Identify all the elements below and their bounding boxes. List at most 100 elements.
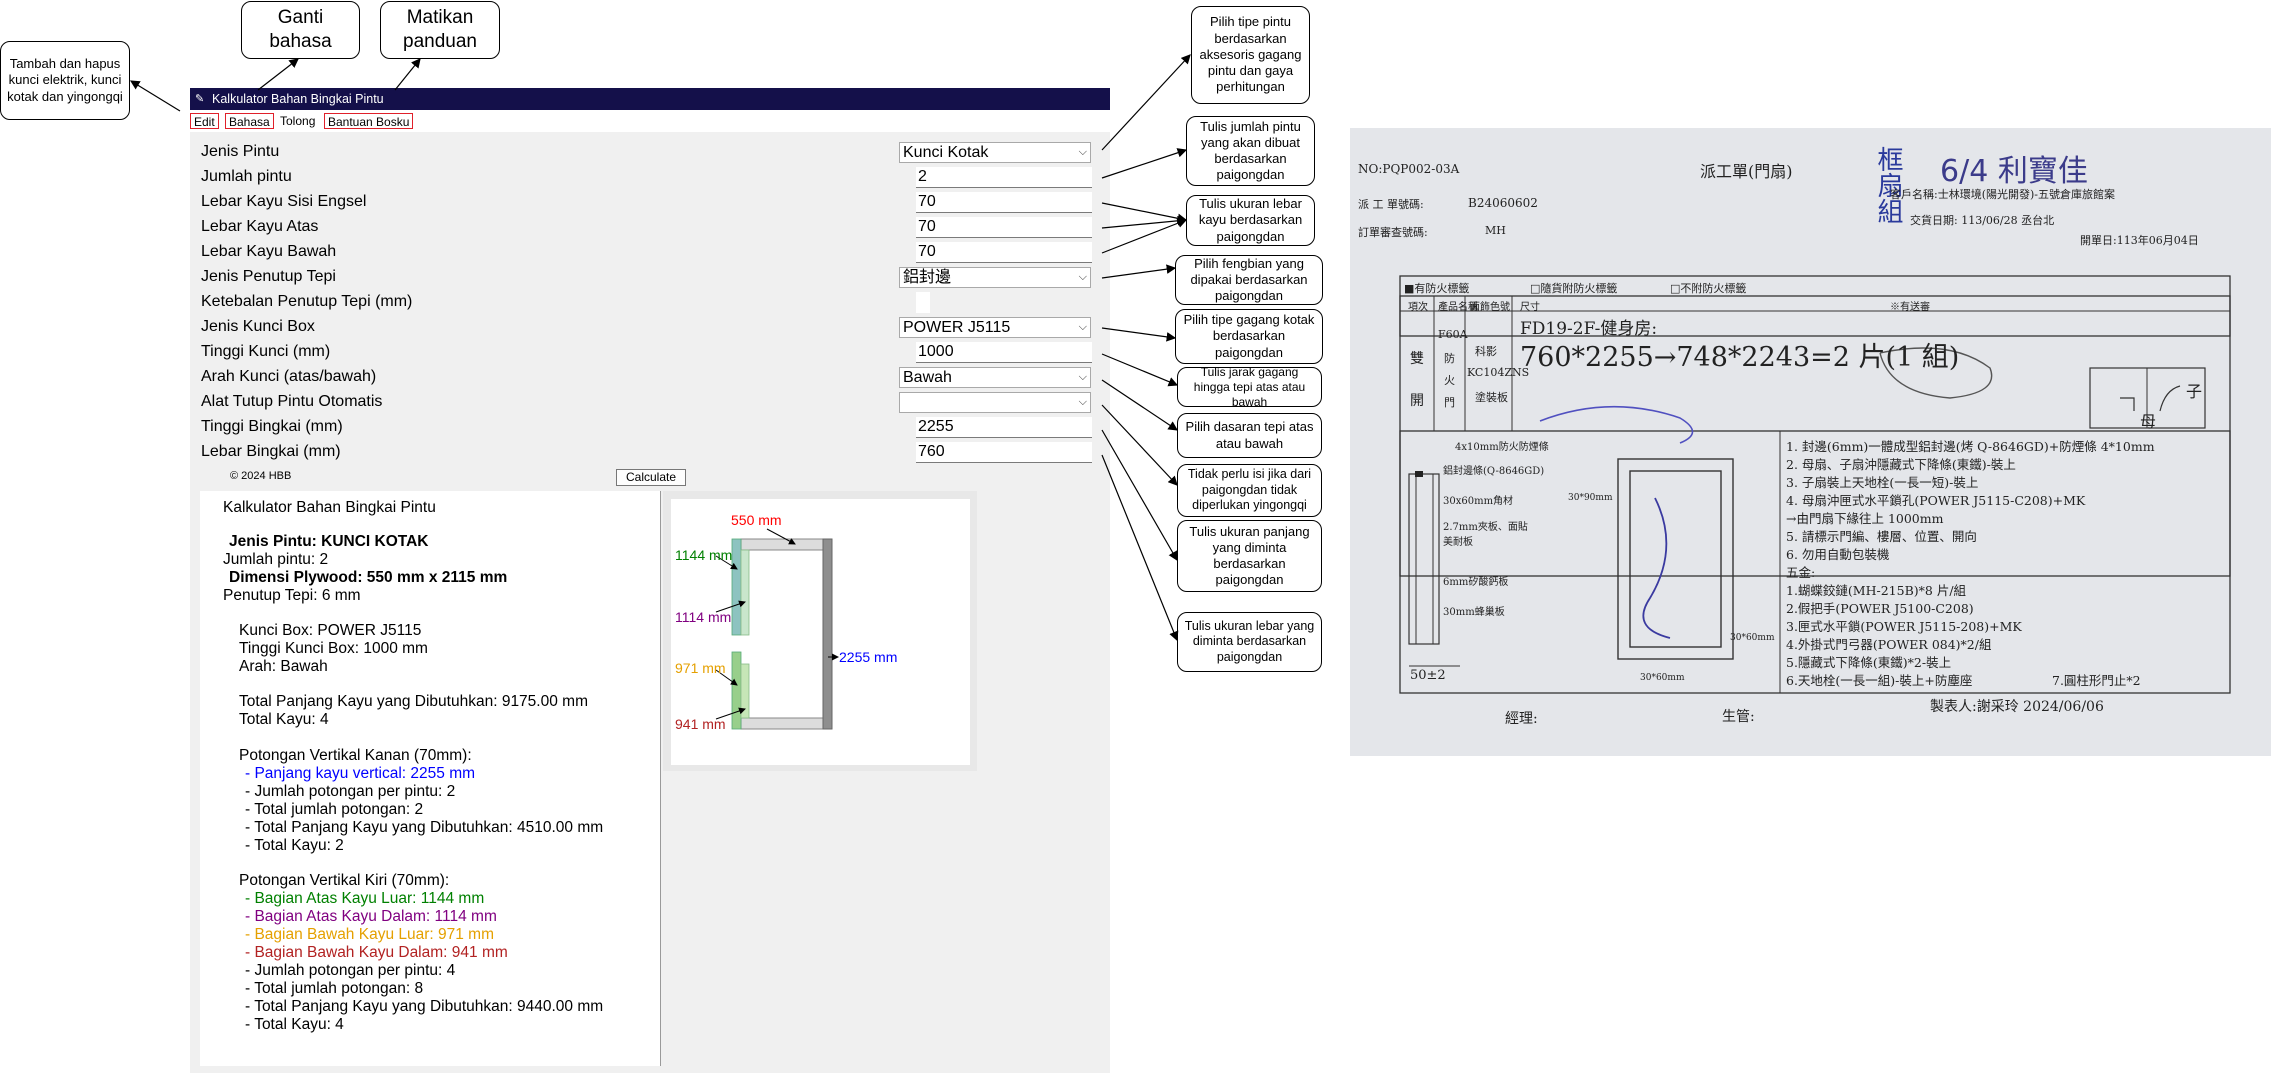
- callout-frame-height: Tulis ukuran panjang yang diminta berdas…: [1177, 520, 1322, 592]
- photo-customer: 客戶名稱:士林環境(陽光開發)-五號倉庫旅館案: [1890, 188, 2116, 201]
- results-kanan-jumlah: - Jumlah potongan per pintu: 2: [245, 783, 456, 800]
- label-jenis-kunci-box: Jenis Kunci Box: [201, 318, 315, 335]
- photo-sign-2: 生管:: [1722, 709, 1755, 725]
- label-tinggi-bingkai: Tinggi Bingkai (mm): [201, 418, 343, 435]
- select-arah-kunci[interactable]: Bawah ⌵: [899, 367, 1091, 388]
- menu-edit[interactable]: Edit: [190, 113, 219, 129]
- photo-prod1: F60A: [1438, 328, 1468, 341]
- results-kanan-title: Potongan Vertikal Kanan (70mm):: [239, 747, 472, 764]
- callout-door-closer: Tidak perlu isi jika dari paigongdan tid…: [1177, 464, 1322, 517]
- results-kiri-total-kayu: - Total Kayu: 4: [245, 1016, 344, 1033]
- menu-tolong[interactable]: Tolong: [277, 113, 318, 129]
- chevron-down-icon: ⌵: [1078, 371, 1087, 383]
- label-arah-kunci: Arah Kunci (atas/bawah): [201, 368, 377, 385]
- results-kanan-panjang: - Panjang kayu vertical: 2255 mm: [245, 765, 476, 782]
- photo-checkbox-3: □不附防火標籤: [1670, 282, 1747, 295]
- label-alat-tutup: Alat Tutup Pintu Otomatis: [201, 393, 383, 410]
- chevron-down-icon: ⌵: [1078, 271, 1087, 283]
- input-lebar-bawah[interactable]: 70: [916, 242, 1092, 263]
- results-kiri-bawah-luar: - Bagian Bawah Kayu Luar: 971 mm: [245, 926, 494, 943]
- menu-bantuan-bosku[interactable]: Bantuan Bosku: [324, 113, 414, 129]
- photo-work-no: B24060602: [1468, 196, 1538, 210]
- label-lebar-bawah: Lebar Kayu Bawah: [201, 243, 337, 260]
- results-kunci-box: Kunci Box: POWER J5115: [239, 622, 422, 639]
- door-frame-diagram: 550 mm 2255 mm 1144 mm 1114 mm 971 mm 94…: [675, 512, 897, 732]
- title-bar: ✎ Kalkulator Bahan Bingkai Pintu: [190, 88, 1110, 110]
- select-jenis-pintu-value: Kunci Kotak: [903, 144, 989, 161]
- input-lebar-sisi-engsel[interactable]: 70: [916, 192, 1092, 213]
- photo-child: 子: [2186, 382, 2203, 401]
- input-lebar-bingkai[interactable]: 760: [916, 442, 1092, 463]
- window-title: Kalkulator Bahan Bingkai Pintu: [212, 92, 384, 106]
- input-tinggi-kunci[interactable]: 1000: [916, 342, 1092, 363]
- label-width: 550 mm: [731, 512, 782, 528]
- photo-section-4: 2.7mm夾板、面貼: [1443, 522, 1528, 533]
- photo-note-4: 4. 母扇沖匣式水平鎖孔(POWER J5115-C208)+MK: [1786, 493, 2086, 508]
- label-l3: 971 mm: [675, 660, 726, 676]
- calculate-button[interactable]: Calculate: [616, 469, 686, 486]
- photo-prod3: 火: [1444, 374, 1455, 387]
- photo-work-no-label: 派 工 單號碼:: [1358, 198, 1424, 211]
- select-jenis-penutup[interactable]: 鋁封邊 ⌵: [899, 267, 1091, 288]
- label-lebar-atas: Lebar Kayu Atas: [201, 218, 319, 235]
- photo-section-7: 30mm蜂巢板: [1443, 607, 1505, 618]
- work-order-photo: NO:PQP002-03A 派工單(門扇) 框扇組 6/4 利寶佳 派 工 單號…: [1350, 128, 2271, 756]
- label-jenis-penutup: Jenis Penutup Tepi: [201, 268, 336, 285]
- right-stile: [822, 538, 833, 730]
- results-title: Kalkulator Bahan Bingkai Pintu: [223, 499, 436, 516]
- menu-bar: Edit Bahasa Tolong Bantuan Bosku: [190, 110, 1110, 132]
- select-alat-tutup[interactable]: ⌵: [899, 392, 1091, 413]
- photo-hw-6: 6.天地栓(一長一組)-裝上+防塵座: [1786, 673, 1973, 688]
- photo-section-1: 4x10mm防火防煙條: [1455, 442, 1549, 453]
- photo-col-size: 尺寸: [1520, 302, 1540, 313]
- select-jenis-kunci-box-value: POWER J5115: [903, 319, 1011, 336]
- input-jumlah-pintu[interactable]: 2: [916, 167, 1092, 188]
- left-top-inner: [740, 549, 750, 636]
- photo-color3: 塗裝板: [1475, 391, 1508, 404]
- app-feather-icon: ✎: [195, 93, 205, 105]
- photo-hw-1: 1.蝴蝶鉸鏈(MH-215B)*8 片/組: [1786, 583, 1967, 598]
- input-tinggi-bingkai[interactable]: 2255: [916, 417, 1092, 438]
- photo-section-5: 美耐板: [1443, 537, 1473, 548]
- chevron-down-icon: ⌵: [1078, 146, 1087, 158]
- top-rail: [740, 538, 824, 551]
- photo-col-note: ※有送審: [1890, 302, 1930, 313]
- results-kiri-jumlah: - Jumlah potongan per pintu: 4: [245, 962, 456, 979]
- callout-edge-type: Pilih fengbian yang dipakai berdasarkan …: [1175, 255, 1323, 305]
- photo-section-3: 30x60mm角材: [1443, 496, 1514, 507]
- photo-header-no: NO:PQP002-03A: [1358, 162, 1460, 176]
- callout-door-type: Pilih tipe pintu berdasarkan aksesoris g…: [1191, 6, 1310, 104]
- results-total-kayu: Total Kayu: 4: [239, 711, 329, 728]
- results-panel: Kalkulator Bahan Bingkai Pintu Jenis Pin…: [200, 491, 660, 1066]
- label-ketebalan-penutup: Ketebalan Penutup Tepi (mm): [201, 293, 413, 310]
- photo-v2: 開: [1410, 393, 1424, 409]
- label-lebar-sisi-engsel: Lebar Kayu Sisi Engsel: [201, 193, 367, 210]
- select-jenis-kunci-box[interactable]: POWER J5115 ⌵: [899, 317, 1091, 338]
- results-kanan-total-kayu: - Total Kayu: 2: [245, 837, 344, 854]
- photo-hw-5: 5.隱藏式下降條(東鐵)*2-裝上: [1786, 655, 1952, 670]
- callout-door-count: Tulis jumlah pintu yang akan dibuat berd…: [1186, 116, 1315, 186]
- results-divider: [660, 491, 661, 1066]
- photo-header-title: 派工單(門扇): [1700, 162, 1793, 181]
- photo-note-1: 1. 封邊(6mm)一體成型鋁封邊(烤 Q-8646GD)+防煙條 4*10mm: [1786, 439, 2155, 454]
- menu-bahasa[interactable]: Bahasa: [225, 113, 274, 129]
- results-jenis-pintu: Jenis Pintu: KUNCI KOTAK: [229, 533, 429, 550]
- results-kiri-atas-dalam: - Bagian Atas Kayu Dalam: 1114 mm: [245, 908, 497, 925]
- results-penutup: Penutup Tepi: 6 mm: [223, 587, 361, 604]
- photo-note-7: 6. 勿用自動包裝機: [1786, 547, 1890, 562]
- input-lebar-atas[interactable]: 70: [916, 217, 1092, 238]
- photo-review-no: MH: [1485, 224, 1506, 237]
- photo-sign-1: 經理:: [1505, 711, 1538, 727]
- chevron-down-icon: ⌵: [1078, 321, 1087, 333]
- input-ketebalan-penutup[interactable]: [916, 292, 930, 313]
- results-total-panjang: Total Panjang Kayu yang Dibutuhkan: 9175…: [239, 693, 588, 710]
- callout-change-language: Ganti bahasa: [241, 1, 360, 59]
- photo-section-8: 50±2: [1410, 668, 1446, 683]
- label-lebar-bingkai: Lebar Bingkai (mm): [201, 443, 341, 460]
- photo-note-6: 5. 請標示門編、樓層、位置、開向: [1786, 529, 1977, 544]
- results-kanan-total-jumlah: - Total jumlah potongan: 2: [245, 801, 424, 818]
- results-kiri-bawah-dalam: - Bagian Bawah Kayu Dalam: 941 mm: [245, 944, 508, 961]
- select-jenis-pintu[interactable]: Kunci Kotak ⌵: [899, 142, 1091, 163]
- photo-dim-3: 30*60mm: [1640, 673, 1685, 683]
- photo-checkbox-1: ■有防火標籤: [1404, 282, 1470, 295]
